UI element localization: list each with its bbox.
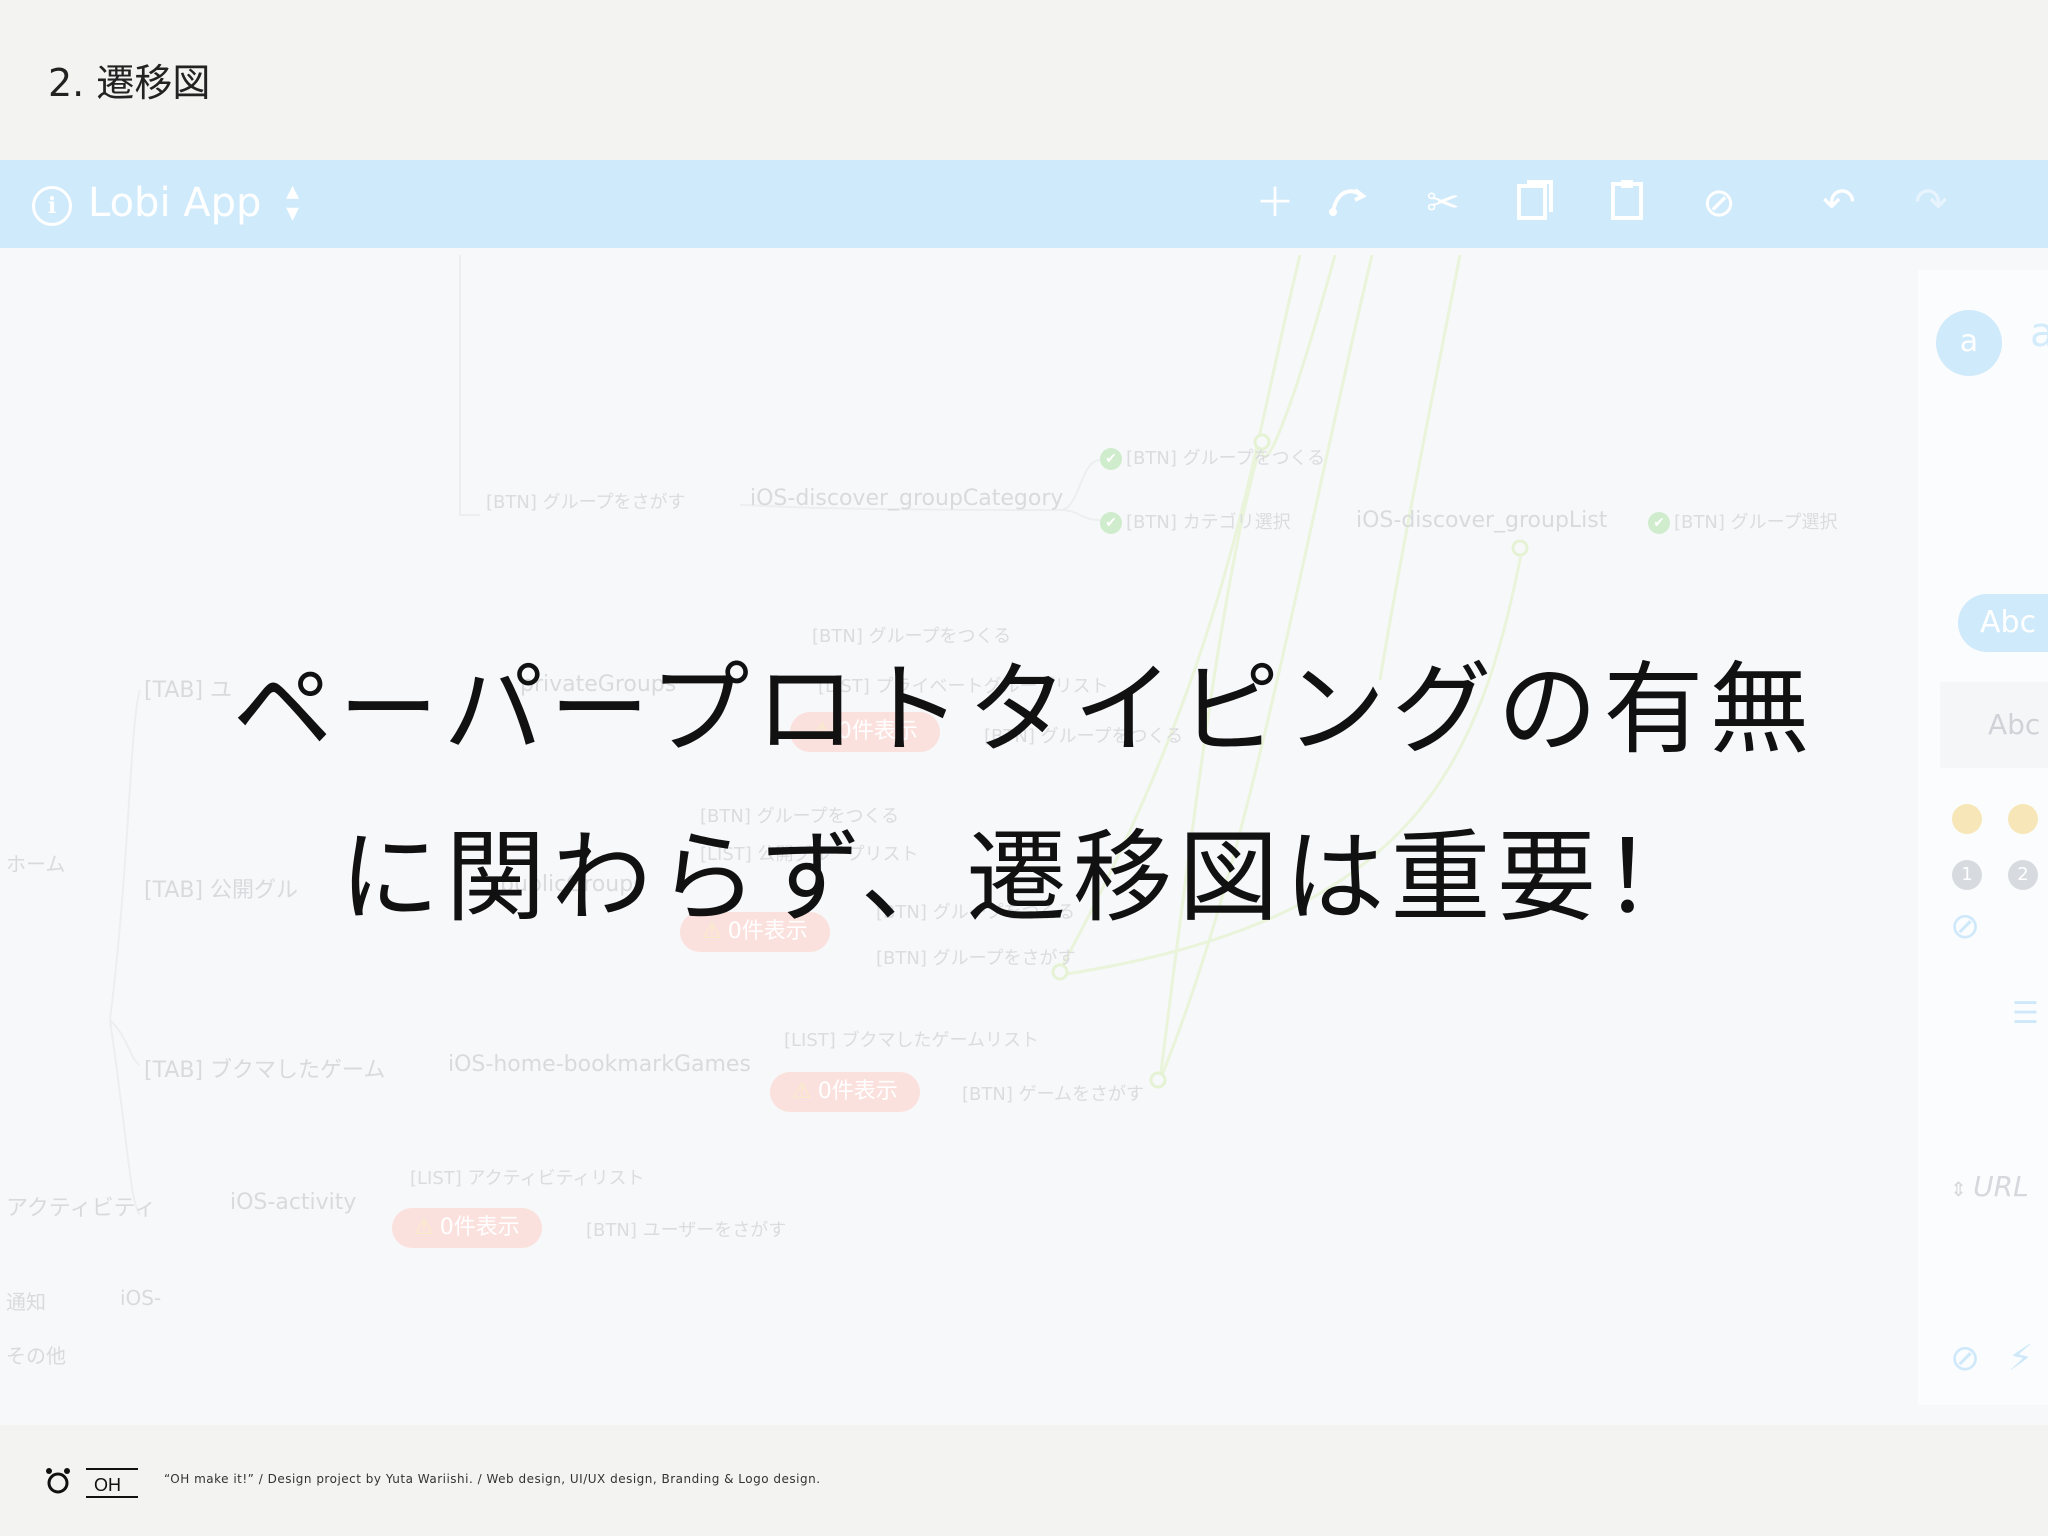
- zero-results-badge[interactable]: ⚠ 0件表示: [770, 1072, 920, 1112]
- warning-icon: ⚠: [792, 1079, 812, 1104]
- badge-label: 0件表示: [817, 1079, 898, 1104]
- flow-node-button[interactable]: [BTN] グループをさがす: [876, 944, 1076, 970]
- app-screenshot: i Lobi App ▴ ▾ ＋ ✂ ⊘ ↶ ↷ [BTN] グループをさがす …: [0, 160, 2048, 1425]
- avatar-name: a: [2030, 310, 2048, 356]
- flow-node-button[interactable]: [BTN] グループをつくる: [1100, 444, 1325, 470]
- flow-node-screen[interactable]: iOS-activity: [230, 1190, 356, 1215]
- slide-header: 2. 遷移図: [48, 61, 211, 105]
- logo-text: OH: [94, 1475, 121, 1495]
- magic-wand-icon[interactable]: ⚡: [2008, 1338, 2033, 1379]
- oh-logo-icon: OH: [46, 1468, 138, 1498]
- flow-node-screen[interactable]: iOS-discover_groupList: [1356, 508, 1607, 533]
- flow-node-button[interactable]: [BTN] ゲームをさがす: [962, 1080, 1144, 1106]
- zero-results-badge[interactable]: ⚠ 0件表示: [392, 1208, 542, 1248]
- align-lines-icon[interactable]: ☰: [2012, 996, 2039, 1031]
- flow-node-button[interactable]: [BTN] グループをさがす: [486, 488, 686, 514]
- flow-node-list[interactable]: [LIST] アクティビティリスト: [410, 1164, 644, 1190]
- url-label-text: URL: [1973, 1170, 2029, 1203]
- flow-node-screen[interactable]: iOS-: [120, 1286, 161, 1310]
- slide-footer: OH “OH make it!” / Design project by Yut…: [0, 1425, 2048, 1536]
- flow-node-button[interactable]: [BTN] ユーザーをさがす: [586, 1216, 786, 1242]
- flow-node-root[interactable]: 通知: [6, 1286, 46, 1315]
- flow-node-tab[interactable]: [TAB] ブクマしたゲーム: [144, 1052, 385, 1084]
- flow-node-list[interactable]: [LIST] ブクマしたゲームリスト: [784, 1026, 1039, 1052]
- flow-node-button[interactable]: [BTN] グループ選択: [1648, 508, 1838, 534]
- flow-node-button[interactable]: [BTN] カテゴリ選択: [1100, 508, 1291, 534]
- stepper-icon: ⇕: [1950, 1177, 1974, 1201]
- footer-credit: “OH make it!” / Design project by Yuta W…: [164, 1472, 821, 1486]
- flow-node-root[interactable]: アクティビティ: [6, 1190, 156, 1222]
- headline-line-2: に関わらず、遷移図は重要！: [339, 819, 1709, 936]
- badge-label: 0件表示: [439, 1215, 520, 1240]
- url-field-label[interactable]: ⇕ URL: [1950, 1170, 2029, 1203]
- headline-line-1: ペーパープロトタイピングの有無: [232, 651, 1816, 768]
- flow-connectors: [109, 254, 1529, 1216]
- flow-node-screen[interactable]: iOS-home-bookmarkGames: [448, 1052, 751, 1077]
- flow-node-screen[interactable]: iOS-discover_groupCategory: [750, 486, 1063, 511]
- avatar[interactable]: a: [1936, 310, 2002, 376]
- warning-icon: ⚠: [414, 1215, 434, 1240]
- clear-icon[interactable]: ⊘: [1950, 1338, 1980, 1379]
- flow-node-root[interactable]: その他: [6, 1340, 66, 1369]
